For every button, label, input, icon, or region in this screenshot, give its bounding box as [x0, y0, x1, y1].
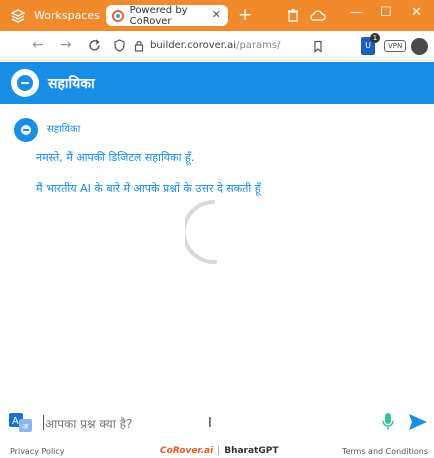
bot-avatar-icon: [14, 118, 38, 142]
close-window-button[interactable]: ✕: [411, 5, 422, 20]
shield-icon[interactable]: [114, 39, 125, 52]
cloud-icon[interactable]: [309, 8, 326, 22]
app-header: सहायिका: [0, 62, 434, 104]
terms-link[interactable]: Terms and Conditions: [342, 447, 428, 456]
trash-icon[interactable]: [286, 8, 300, 22]
browser-tab[interactable]: Powered by CoRover ✕: [106, 5, 228, 27]
translate-icon[interactable]: A अ: [9, 413, 33, 433]
vpn-button[interactable]: VPN: [384, 40, 407, 52]
send-icon[interactable]: [408, 413, 428, 431]
profile-avatar[interactable]: [411, 38, 428, 55]
workspaces-label: Workspaces: [34, 9, 100, 22]
loading-spinner-icon: [185, 200, 217, 265]
address-bar: ← → builder.corover.ai/params/ U1 VPN: [0, 31, 434, 61]
message-input[interactable]: आपका प्रश्न क्या है?: [42, 415, 132, 432]
chat-message: मैं भारतीय AI के बारे में आपके प्रश्नों …: [36, 182, 261, 195]
bharatgpt-logo: BharatGPT: [224, 446, 279, 456]
workspaces-button[interactable]: Workspaces ▼: [0, 0, 113, 31]
url-host: builder.corover.ai: [150, 40, 237, 51]
bookmark-icon[interactable]: [313, 40, 323, 53]
bot-logo-icon: [11, 69, 39, 97]
back-arrow-icon[interactable]: ←: [32, 37, 44, 53]
new-tab-button[interactable]: +: [238, 5, 252, 25]
chat-message: नमस्ते, मैं आपकी डिजिटल सहायिका हूँ.: [36, 151, 195, 164]
lock-icon[interactable]: [134, 40, 144, 52]
forward-arrow-icon[interactable]: →: [60, 37, 72, 53]
message-input-row: A अ आपका प्रश्न क्या है? I: [0, 405, 434, 439]
extension-badge-count: 1: [370, 33, 380, 43]
close-tab-icon[interactable]: ✕: [212, 8, 221, 21]
svg-text:A: A: [12, 416, 19, 427]
url-field[interactable]: builder.corover.ai/params/: [150, 40, 281, 51]
header-title: सहायिका: [48, 75, 95, 92]
favicon-icon: [112, 9, 124, 22]
extension-icon[interactable]: U1: [361, 33, 380, 55]
minimize-button[interactable]: —: [350, 5, 363, 20]
text-cursor-icon: I: [208, 416, 212, 431]
privacy-policy-link[interactable]: Privacy Policy: [10, 447, 65, 456]
reload-icon[interactable]: [88, 39, 101, 52]
maximize-button[interactable]: ☐: [380, 5, 392, 20]
footer: Privacy Policy CoRover.ai | BharatGPT Term…: [0, 443, 434, 458]
layers-icon: [10, 8, 26, 23]
message-sender: सहायिका: [47, 124, 81, 135]
browser-tab-bar: Workspaces ▼ Powered by CoRover ✕ + — ☐ …: [0, 0, 434, 31]
microphone-icon[interactable]: [382, 412, 394, 432]
corover-logo: CoRover.ai: [160, 446, 214, 456]
page-root: Workspaces ▼ Powered by CoRover ✕ + — ☐ …: [0, 0, 434, 458]
url-path: /params/: [236, 40, 281, 51]
brand-logo: CoRover.ai | BharatGPT: [160, 446, 279, 456]
svg-text:अ: अ: [22, 422, 29, 431]
